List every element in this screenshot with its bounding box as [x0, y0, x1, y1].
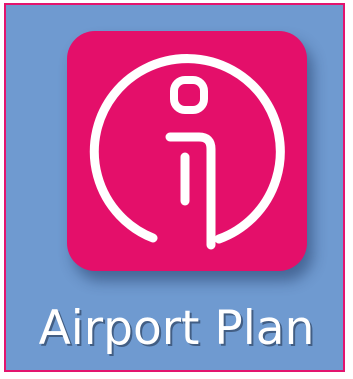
info-person-icon	[89, 54, 285, 250]
app-name-label: Airport Plan	[38, 301, 315, 356]
app-tile[interactable]: Airport Plan Airport Plan	[4, 3, 345, 372]
airport-plan-app-icon[interactable]	[67, 31, 307, 271]
